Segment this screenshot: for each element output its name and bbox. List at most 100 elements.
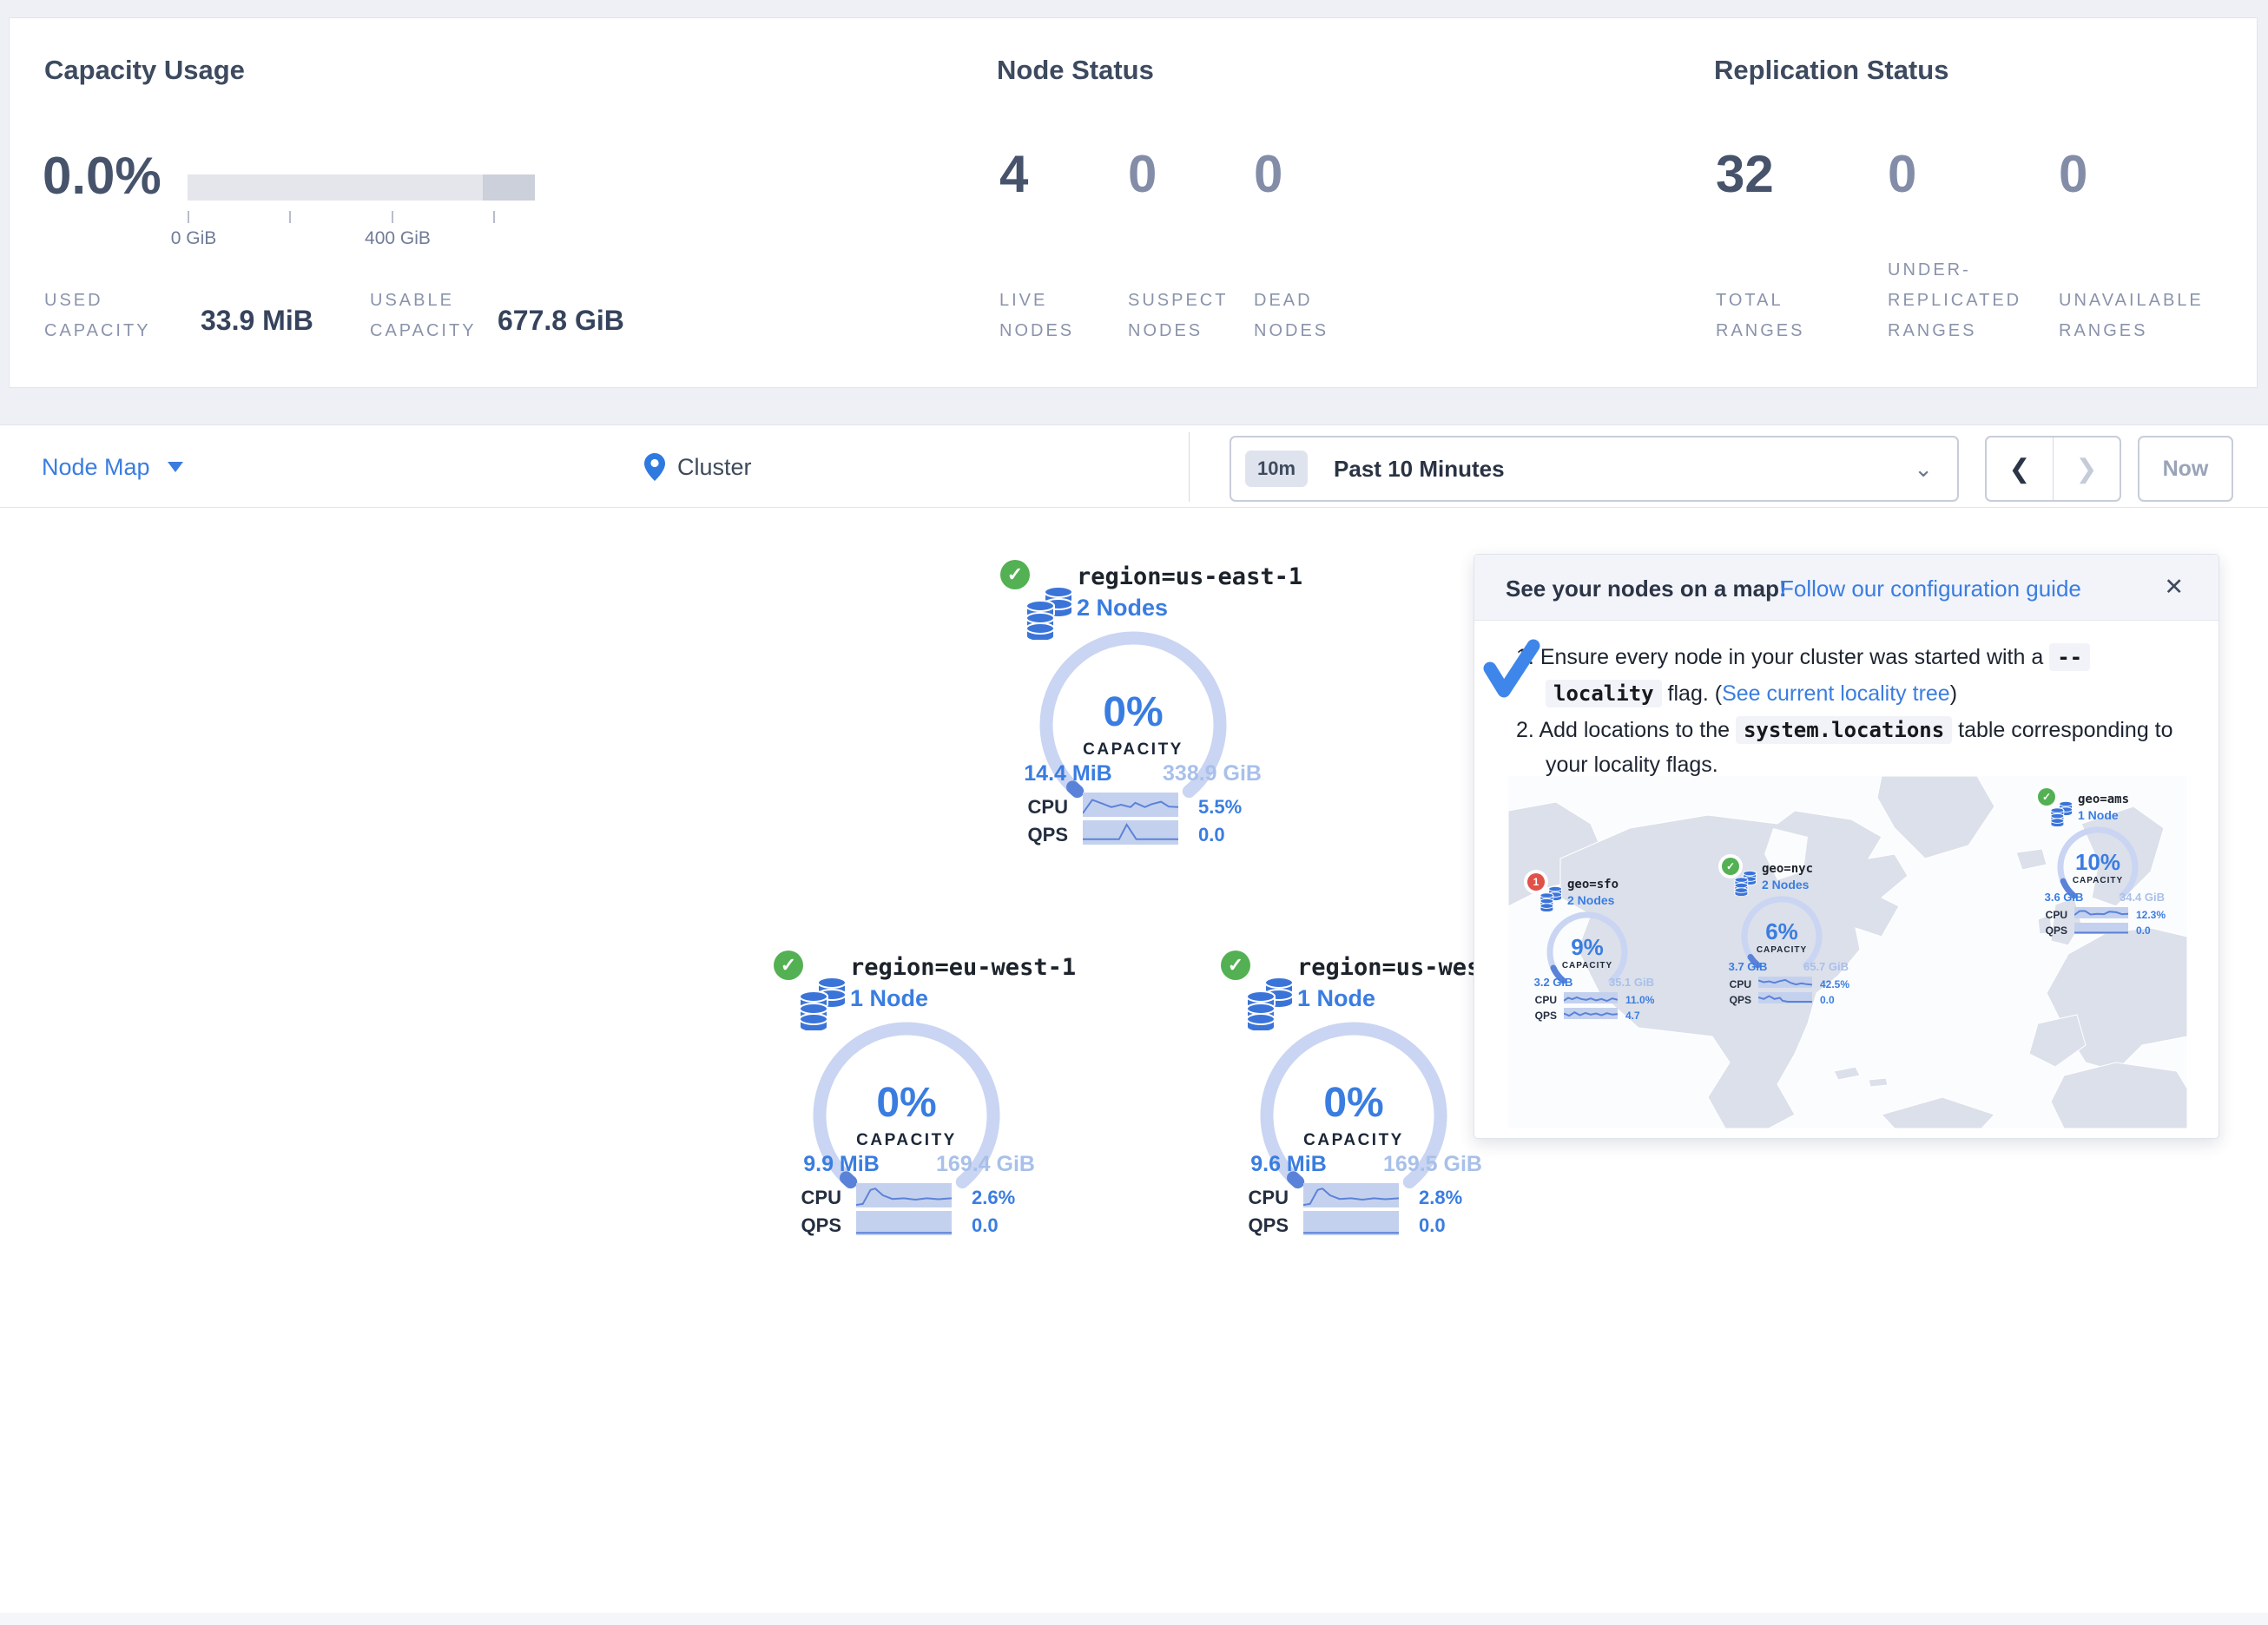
locality-tree-link[interactable]: See current locality tree [1722, 681, 1950, 706]
under-replicated-label: UNDER-REPLICATEDRANGES [1888, 255, 2021, 346]
capacity-axis-label-400: 400 GiB [365, 228, 431, 249]
configuration-guide-link[interactable]: Follow our configuration guide [1780, 576, 2081, 602]
mini-region-node-card: 1 geo=sfo 2 Nodes 9% CAPACITY 3.2 GiB 35… [1526, 872, 1673, 1036]
cpu-value: 12.3% [2136, 909, 2166, 921]
region-used-capacity: 14.4 MiB [1024, 761, 1111, 786]
used-capacity-label: USEDCAPACITY [44, 286, 151, 346]
popup-step1-line2: locality flag. (See current locality tre… [1546, 681, 1957, 707]
now-button[interactable]: Now [2138, 436, 2233, 502]
capacity-usage-bar [188, 174, 535, 201]
region-total-capacity: 35.1 GiB [1609, 976, 1654, 989]
region-name: geo=ams [2078, 793, 2129, 806]
sparkline [1303, 1183, 1399, 1207]
qps-label: QPS [788, 1214, 841, 1237]
replication-status-title: Replication Status [1714, 55, 1948, 86]
qps-label: QPS [1529, 1010, 1557, 1022]
unavailable-count: 0 [2059, 148, 2087, 201]
region-nodes-link[interactable]: 1 Node [1297, 985, 1375, 1012]
total-ranges-count: 32 [1716, 148, 1774, 201]
used-capacity-value: 33.9 MiB [201, 305, 313, 337]
region-capacity-percent: 10% [2075, 849, 2120, 876]
popup-step2-line2: your locality flags. [1546, 753, 1718, 778]
dead-nodes-label: DEADNODES [1254, 286, 1328, 346]
qps-value: 0.0 [1198, 824, 1225, 846]
view-selector-label: Node Map [42, 454, 150, 481]
close-icon[interactable]: ✕ [2164, 574, 2184, 601]
cpu-value: 2.6% [972, 1187, 1015, 1209]
region-capacity-percent: 0% [1323, 1079, 1383, 1127]
region-used-capacity: 3.7 GiB [1729, 960, 1768, 973]
cpu-label: CPU [788, 1187, 841, 1209]
region-node-card[interactable]: ✓ region=us-east-1 2 Nodes 0% CAPACITY 1… [990, 556, 1285, 852]
sparkline [856, 1211, 952, 1235]
capacity-label: CAPACITY [2073, 876, 2123, 885]
cpu-value: 11.0% [1625, 994, 1654, 1006]
sparkline [1083, 793, 1178, 817]
usable-capacity-label: USABLECAPACITY [370, 286, 477, 346]
time-range-badge: 10m [1245, 451, 1308, 487]
sparkline [2074, 923, 2128, 934]
qps-value: 0.0 [972, 1214, 999, 1237]
qps-value: 0.0 [2136, 924, 2151, 937]
total-ranges-label: TOTALRANGES [1716, 286, 1804, 346]
region-name: region=us-east-1 [1077, 563, 1302, 590]
qps-value: 4.7 [1625, 1010, 1640, 1022]
node-status-title: Node Status [997, 55, 1154, 86]
region-used-capacity: 9.6 MiB [1250, 1152, 1327, 1177]
view-selector-dropdown[interactable]: Node Map [42, 425, 183, 509]
sparkline [1303, 1211, 1399, 1235]
cpu-value: 42.5% [1820, 978, 1849, 990]
sparkline [856, 1183, 952, 1207]
region-used-capacity: 9.9 MiB [803, 1152, 880, 1177]
qps-value: 0.0 [1820, 994, 1835, 1006]
qps-label: QPS [1724, 994, 1751, 1006]
breadcrumb-label: Cluster [677, 454, 752, 481]
unavailable-label: UNAVAILABLERANGES [2059, 286, 2204, 346]
region-total-capacity: 169.5 GiB [1383, 1152, 1482, 1177]
popup-step2-line1: 2. Add locations to the system.locations… [1516, 718, 2173, 743]
region-nodes-link: 2 Nodes [1567, 893, 1614, 907]
mini-region-node-card: ✓ geo=ams 1 Node 10% CAPACITY 3.6 GiB 34… [2036, 786, 2184, 951]
region-nodes-link[interactable]: 1 Node [850, 985, 928, 1012]
qps-value: 0.0 [1419, 1214, 1446, 1237]
region-node-card[interactable]: ✓ region=us-west-1 1 Node 0% CAPACITY 9.… [1210, 947, 1506, 1242]
location-pin-icon [644, 453, 665, 481]
region-capacity-percent: 0% [876, 1079, 936, 1127]
cpu-value: 5.5% [1198, 796, 1242, 819]
region-capacity-percent: 9% [1571, 934, 1604, 961]
cluster-summary-bar: Capacity Usage 0.0% 0 GiB 400 GiB USEDCA… [9, 17, 2258, 388]
sparkline [1083, 820, 1178, 845]
suspect-nodes-label: SUSPECTNODES [1128, 286, 1228, 346]
locality-config-popup: See your nodes on a map! Follow our conf… [1474, 554, 2219, 1139]
time-forward-button[interactable]: ❯ [2054, 438, 2120, 500]
capacity-label: CAPACITY [856, 1131, 957, 1150]
live-nodes-label: LIVENODES [999, 286, 1074, 346]
popup-title: See your nodes on a map! [1506, 576, 1787, 602]
chevron-down-icon [168, 462, 183, 472]
map-toolbar: Node Map Cluster 10m Past 10 Minutes ⌄ ❮… [0, 424, 2268, 508]
qps-label: QPS [2040, 924, 2067, 937]
region-capacity-percent: 6% [1765, 918, 1798, 945]
qps-label: QPS [1235, 1214, 1289, 1237]
qps-label: QPS [1014, 824, 1068, 846]
dead-nodes-count: 0 [1254, 148, 1282, 201]
time-range-dropdown[interactable]: 10m Past 10 Minutes ⌄ [1230, 436, 1959, 502]
region-node-card[interactable]: ✓ region=eu-west-1 1 Node 0% CAPACITY 9.… [763, 947, 1058, 1242]
check-icon: ✓ [1221, 951, 1250, 980]
region-name: geo=sfo [1567, 878, 1619, 891]
toolbar-divider [1189, 432, 1190, 502]
sparkline [1564, 1008, 1618, 1019]
check-icon: ✓ [1722, 858, 1739, 875]
region-nodes-link[interactable]: 2 Nodes [1077, 595, 1168, 622]
sparkline [1758, 992, 1812, 1003]
region-capacity-percent: 0% [1103, 688, 1163, 736]
region-name: geo=nyc [1762, 862, 1813, 876]
cpu-label: CPU [1724, 978, 1751, 990]
mini-region-node-card: ✓ geo=nyc 2 Nodes 6% CAPACITY 3.7 GiB 65… [1720, 856, 1868, 1021]
region-nodes-link: 2 Nodes [1762, 878, 1809, 891]
capacity-usage-title: Capacity Usage [44, 55, 245, 86]
breadcrumb[interactable]: Cluster [644, 425, 752, 509]
page-footer-strip [0, 1613, 2268, 1625]
time-back-button[interactable]: ❮ [1987, 438, 2054, 500]
region-used-capacity: 3.2 GiB [1534, 976, 1573, 989]
